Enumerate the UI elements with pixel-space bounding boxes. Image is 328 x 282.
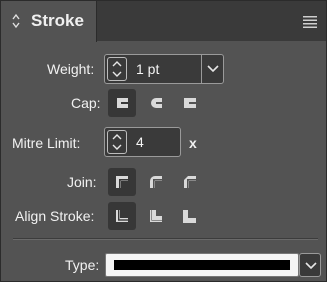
mitre-limit-unit: x xyxy=(189,135,197,151)
stroke-type-select[interactable] xyxy=(105,253,299,277)
panel-title: Stroke xyxy=(31,11,84,30)
mitre-limit-field[interactable]: 4 xyxy=(104,127,181,157)
align-center-icon xyxy=(116,210,128,222)
section-divider-highlight xyxy=(13,239,318,240)
bevel-join-button[interactable] xyxy=(176,168,204,196)
weight-divider xyxy=(201,55,202,83)
mitre-limit-label: Mitre Limit: xyxy=(12,135,81,151)
align-stroke-label: Align Stroke: xyxy=(15,208,95,224)
mitre-limit-stepper[interactable] xyxy=(107,130,127,154)
round-cap-button[interactable] xyxy=(142,89,170,117)
weight-value[interactable]: 1 pt xyxy=(136,61,159,77)
weight-label: Weight: xyxy=(47,61,95,77)
butt-cap-icon xyxy=(117,98,128,108)
align-outside-icon xyxy=(183,210,196,223)
miter-join-button[interactable] xyxy=(108,168,136,196)
type-label: Type: xyxy=(65,257,100,273)
align-inside-button[interactable] xyxy=(142,202,170,230)
weight-stepper[interactable] xyxy=(107,57,127,81)
stepper-arrows-icon xyxy=(112,61,122,77)
butt-cap-button[interactable] xyxy=(108,89,136,117)
miter-join-icon xyxy=(116,176,128,188)
align-outside-button[interactable] xyxy=(176,202,204,230)
chevron-down-icon[interactable] xyxy=(206,64,220,74)
stepper-arrows-icon xyxy=(112,134,122,150)
panel-menu-icon[interactable] xyxy=(303,16,317,28)
solid-line-preview xyxy=(114,260,290,270)
cap-label: Cap: xyxy=(71,95,101,111)
stroke-panel: Stroke Weight: 1 pt Cap: Mitre Limit: 4 … xyxy=(0,0,327,282)
type-dropdown-button[interactable] xyxy=(299,253,321,277)
mitre-limit-value[interactable]: 4 xyxy=(136,134,144,150)
join-label: Join: xyxy=(67,174,97,190)
projecting-cap-icon xyxy=(184,98,196,108)
weight-field[interactable]: 1 pt xyxy=(104,54,224,84)
align-inside-icon xyxy=(150,210,162,222)
projecting-cap-button[interactable] xyxy=(176,89,204,117)
bevel-join-icon xyxy=(184,176,196,188)
round-cap-icon xyxy=(151,98,162,108)
round-join-button[interactable] xyxy=(142,168,170,196)
up-down-arrows-icon xyxy=(12,13,20,29)
align-center-button[interactable] xyxy=(108,202,136,230)
chevron-down-icon xyxy=(305,262,317,270)
round-join-icon xyxy=(150,176,162,188)
tab-stroke[interactable]: Stroke xyxy=(1,1,97,42)
